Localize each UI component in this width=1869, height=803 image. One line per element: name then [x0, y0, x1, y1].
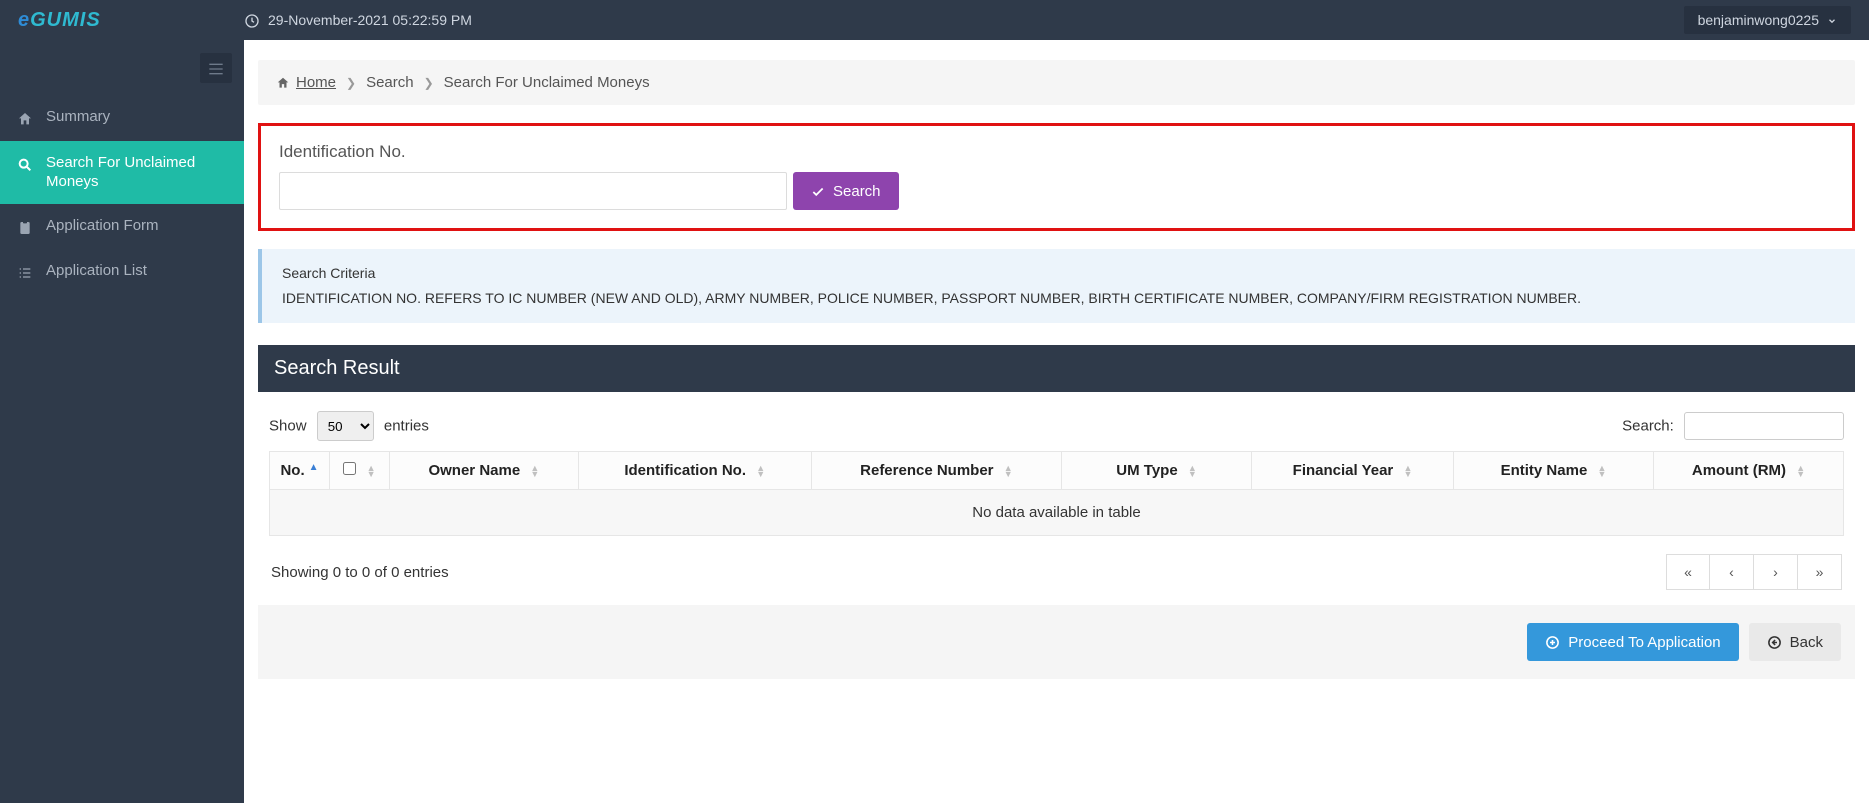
pager: « ‹ › »	[1666, 554, 1842, 590]
app-logo: eGUMIS	[18, 9, 244, 32]
home-icon	[276, 74, 290, 91]
logo-rest: GUMIS	[30, 9, 101, 32]
chevron-down-icon	[1827, 12, 1837, 28]
sort-icon: ▲▼	[1597, 465, 1606, 477]
clipboard-icon	[16, 218, 34, 238]
sidebar-item-search-unclaimed[interactable]: Search For Unclaimed Moneys	[0, 141, 244, 204]
search-box-highlighted: Identification No. Search	[258, 123, 1855, 231]
plus-circle-icon	[1545, 634, 1560, 651]
callout-title: Search Criteria	[282, 263, 1835, 284]
breadcrumb-separator: ❯	[424, 76, 434, 90]
identification-input[interactable]	[279, 172, 787, 210]
check-icon	[811, 183, 825, 200]
col-identification-no[interactable]: Identification No. ▲▼	[578, 452, 811, 490]
chevron-right-icon: ›	[1773, 564, 1778, 580]
sidebar-item-summary[interactable]: Summary	[0, 95, 244, 141]
sidebar-item-label: Application List	[46, 261, 147, 281]
results-table: No.▲ ▲▼ Owner Name ▲▼ Identif	[269, 451, 1844, 536]
pager-last[interactable]: »	[1798, 554, 1842, 590]
double-chevron-right-icon: »	[1816, 564, 1824, 580]
double-chevron-left-icon: «	[1684, 564, 1692, 580]
sort-icon: ▲▼	[367, 465, 376, 477]
action-bar: Proceed To Application Back	[258, 605, 1855, 679]
sort-icon: ▲▼	[1004, 465, 1013, 477]
chevron-left-icon: ‹	[1729, 564, 1734, 580]
col-financial-year[interactable]: Financial Year ▲▼	[1252, 452, 1454, 490]
col-reference-number[interactable]: Reference Number ▲▼	[811, 452, 1061, 490]
back-button[interactable]: Back	[1749, 623, 1841, 661]
col-um-type[interactable]: UM Type ▲▼	[1062, 452, 1252, 490]
identification-label: Identification No.	[279, 142, 1834, 162]
logo-e: e	[18, 9, 30, 32]
sort-icon: ▲▼	[1796, 465, 1805, 477]
pager-first[interactable]: «	[1666, 554, 1710, 590]
search-icon	[16, 155, 34, 175]
main-content: Home ❯ Search ❯ Search For Unclaimed Mon…	[244, 40, 1869, 803]
table-info: Showing 0 to 0 of 0 entries	[271, 564, 449, 581]
sidebar-item-label: Summary	[46, 107, 110, 127]
callout-body: IDENTIFICATION NO. REFERS TO IC NUMBER (…	[282, 288, 1835, 309]
col-no[interactable]: No.▲	[270, 452, 330, 490]
datetime-text: 29-November-2021 05:22:59 PM	[268, 12, 472, 28]
results-title: Search Result	[258, 345, 1855, 392]
sort-icon: ▲▼	[1403, 465, 1412, 477]
table-empty-row: No data available in table	[270, 490, 1844, 536]
table-filter-input[interactable]	[1684, 412, 1844, 440]
breadcrumb-separator: ❯	[346, 76, 356, 90]
sort-icon: ▲▼	[530, 465, 539, 477]
menu-icon	[208, 60, 224, 76]
home-icon	[16, 109, 34, 129]
results-panel: Search Result Show 102550100 entries Sea…	[258, 345, 1855, 605]
username: benjaminwong0225	[1698, 12, 1819, 28]
col-select[interactable]: ▲▼	[330, 452, 390, 490]
breadcrumb-home[interactable]: Home	[276, 74, 336, 91]
sort-asc-icon: ▲	[309, 462, 319, 473]
page-length-select[interactable]: 102550100	[317, 411, 374, 441]
breadcrumb-mid: Search	[366, 74, 414, 91]
sidebar: Summary Search For Unclaimed Moneys Appl…	[0, 40, 244, 803]
page-length-control: Show 102550100 entries	[269, 411, 429, 441]
sidebar-item-label: Application Form	[46, 216, 159, 236]
pager-next[interactable]: ›	[1754, 554, 1798, 590]
breadcrumb-current: Search For Unclaimed Moneys	[444, 74, 650, 91]
pager-prev[interactable]: ‹	[1710, 554, 1754, 590]
table-filter: Search:	[1622, 412, 1844, 440]
sidebar-collapse-button[interactable]	[200, 53, 232, 83]
col-amount[interactable]: Amount (RM) ▲▼	[1654, 452, 1844, 490]
header-datetime: 29-November-2021 05:22:59 PM	[244, 11, 472, 28]
search-criteria-callout: Search Criteria IDENTIFICATION NO. REFER…	[258, 249, 1855, 323]
top-bar: eGUMIS 29-November-2021 05:22:59 PM benj…	[0, 0, 1869, 40]
sidebar-item-label: Search For Unclaimed Moneys	[46, 153, 228, 192]
clock-icon	[244, 11, 260, 28]
breadcrumb: Home ❯ Search ❯ Search For Unclaimed Mon…	[258, 60, 1855, 105]
arrow-left-circle-icon	[1767, 634, 1782, 651]
sort-icon: ▲▼	[756, 465, 765, 477]
col-entity-name[interactable]: Entity Name ▲▼	[1454, 452, 1654, 490]
sidebar-item-application-list[interactable]: Application List	[0, 249, 244, 295]
proceed-button[interactable]: Proceed To Application	[1527, 623, 1738, 661]
select-all-checkbox[interactable]	[343, 462, 356, 475]
user-menu[interactable]: benjaminwong0225	[1684, 6, 1851, 34]
sort-icon: ▲▼	[1188, 465, 1197, 477]
sidebar-item-application-form[interactable]: Application Form	[0, 204, 244, 250]
col-owner-name[interactable]: Owner Name ▲▼	[390, 452, 579, 490]
list-icon	[16, 263, 34, 283]
search-button[interactable]: Search	[793, 172, 899, 210]
